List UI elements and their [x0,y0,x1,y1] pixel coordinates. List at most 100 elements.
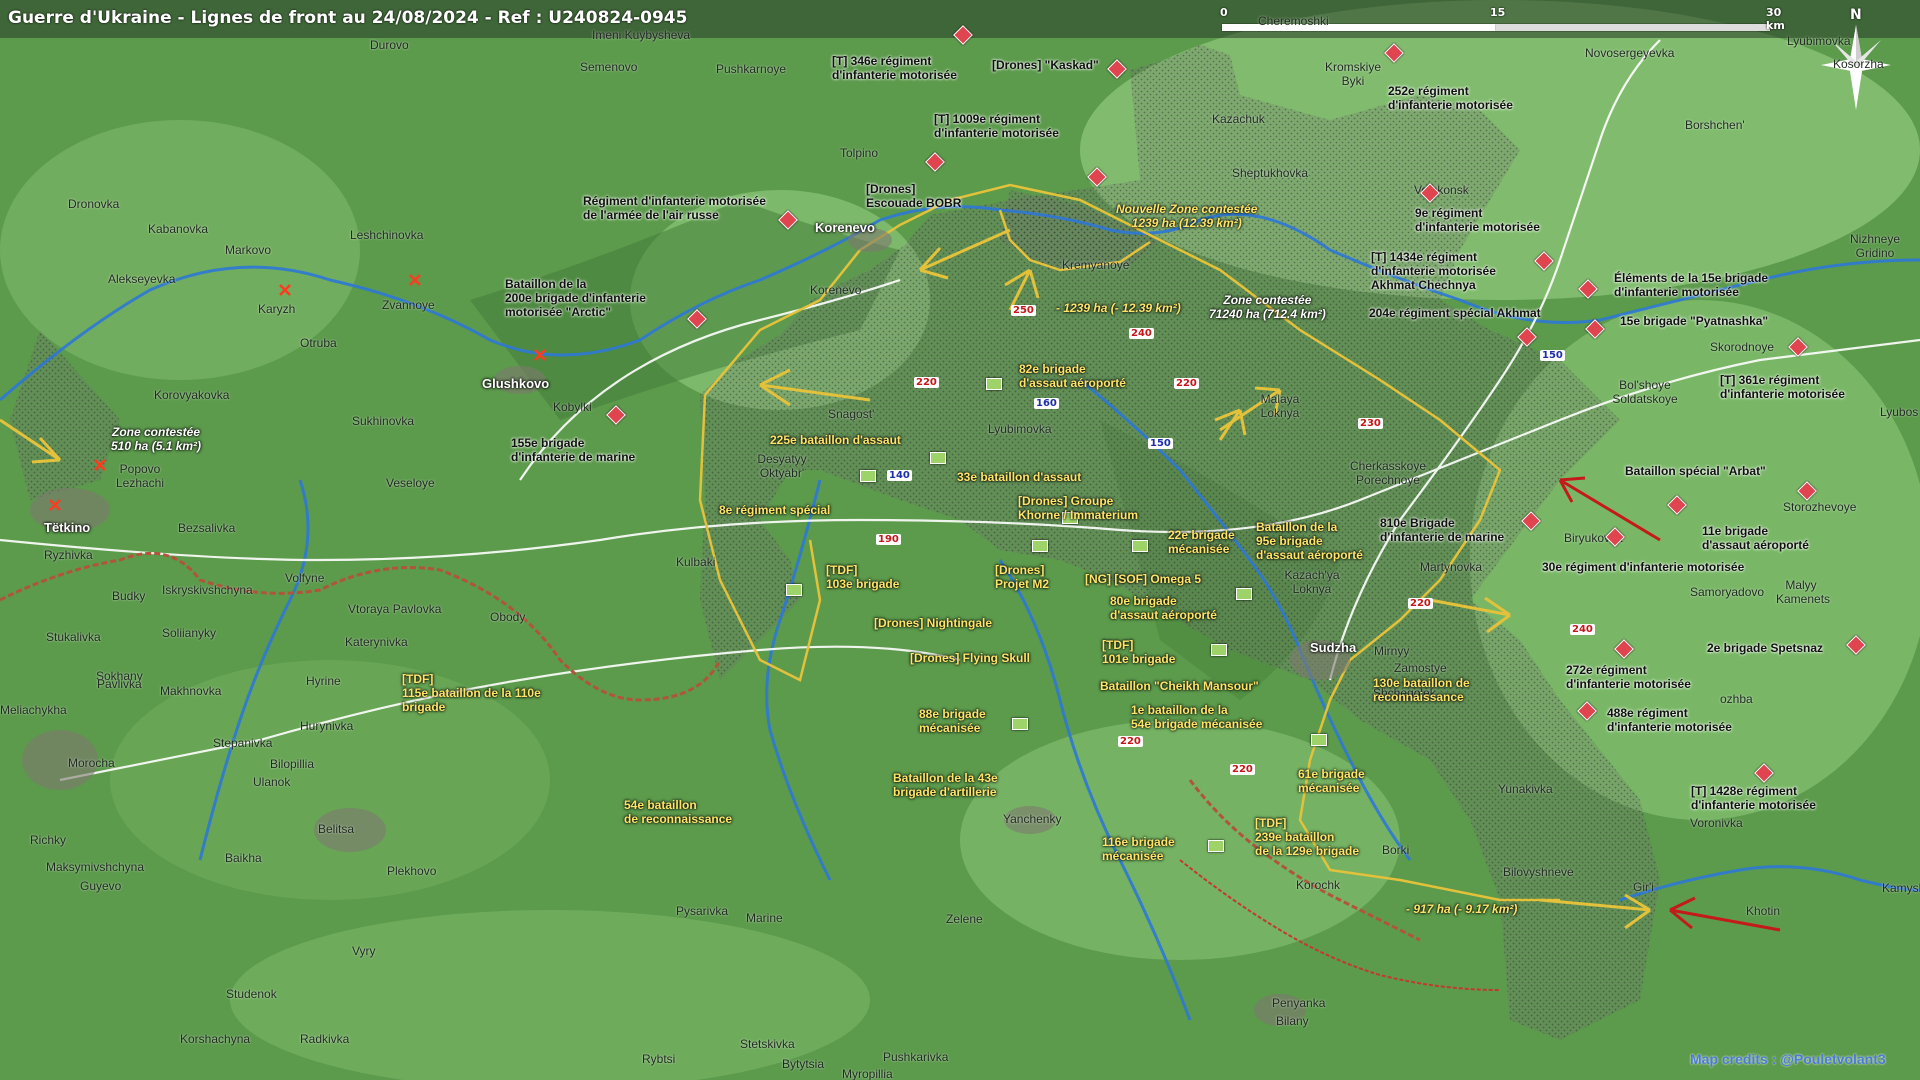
place-label: Leshchinovka [350,228,424,242]
ukrainian-unit-label: [Drones] Nightingale [874,616,993,630]
place-label: Markovo [225,243,272,257]
road-number: 220 [914,377,939,388]
ukrainian-unit-label: 225e bataillon d'assaut [770,433,901,447]
russian-unit-label: 204e régiment spécial Akhmat [1369,306,1541,320]
road-number: 160 [1034,398,1059,409]
ukrainian-unit-label: 8e régiment spécial [719,503,831,517]
town-label: Tëtkino [44,520,91,535]
ukrainian-unit-label: Bataillon de la 95e brigade d'assaut aér… [1256,520,1363,562]
place-label: Lyubos [1880,405,1919,419]
ukrainian-unit-label: [Drones] Flying Skull [910,651,1031,665]
ukrainian-unit-label: 82e brigade d'assaut aéroporté [1019,362,1126,390]
place-label: Veseloye [386,476,435,490]
place-label: Morocha [68,756,115,770]
place-label: Belitsa [318,822,355,836]
place-label: Popovo Lezhachi [115,462,165,490]
russian-unit-label: 9e régiment d'infanterie motorisée [1415,206,1540,234]
russian-unit-label: [T] 1428e régiment d'infanterie motorisé… [1691,784,1816,812]
place-label: Malyy Kamenets [1776,578,1831,606]
road-number: 220 [1118,736,1143,747]
russian-unit-label: 30e régiment d'infanterie motorisée [1542,560,1745,574]
road-number: 150 [1540,350,1565,361]
place-label: Bilany [1276,1014,1309,1028]
place-label: Kazachuk [1212,112,1265,126]
ukrainian-unit-label: 88e brigade mécanisée [919,707,986,735]
place-label: Korovyakovka [154,388,230,402]
zone-annotation: Nouvelle Zone contestée 1239 ha (12.39 k… [1116,202,1258,230]
ukrainian-unit-icon [860,470,876,482]
place-label: Pushkarnoye [716,62,787,76]
ukrainian-unit-label: 54e bataillon de reconnaissance [624,798,733,826]
russian-unit-label: 11e brigade d'assaut aéroporté [1702,524,1809,552]
ukrainian-unit-icon [1032,540,1048,552]
scale-tick-30: 30 km [1766,6,1785,32]
russian-unit-label: Bataillon spécial "Arbat" [1625,464,1766,478]
russian-unit-label: [T] 1434e régiment d'infanterie motorisé… [1371,250,1496,292]
road-number: 150 [1148,438,1173,449]
place-label: Tolpino [840,146,879,160]
road-number: 220 [1174,378,1199,389]
place-label: Kulbaki [676,555,716,569]
place-label: Korshachyna [180,1032,251,1046]
place-label: Maksymivshchyna [46,860,145,874]
place-label: Penyanka [1272,996,1326,1010]
place-label: Kabanovka [148,222,209,236]
russian-unit-label: 2e brigade Spetsnaz [1707,641,1824,655]
ukrainian-unit-icon [1012,718,1028,730]
place-label: Bytytsia [782,1057,825,1071]
russian-unit-label: [Drones] "Kaskad" [992,58,1099,72]
map-credits: Map credits : @Pouletvolant3 [1690,1051,1886,1067]
place-label: Bilovyshneve [1503,865,1574,879]
place-label: Yunakivka [1498,782,1553,796]
north-label: N [1850,7,1862,23]
ukrainian-unit-label: [TDF] 239e bataillon de la 129e brigade [1255,816,1360,858]
place-label: Desyatyy Oktyabr' [757,452,807,480]
ukrainian-unit-icon [1211,644,1227,656]
place-label: Imeni Kuybysheva [592,28,691,42]
ukrainian-unit-icon [930,452,946,464]
road-number: 240 [1129,328,1154,339]
town-label: Glushkovo [482,376,550,391]
place-label: Obody [490,610,526,624]
ukrainian-unit-icon [786,584,802,596]
place-label: Baikha [225,851,262,865]
place-label: Voronivka [1690,816,1743,830]
place-label: Storozhevoye [1783,500,1857,514]
russian-unit-label: [T] 361e régiment d'infanterie motorisée [1720,373,1845,401]
place-label: Lyubimovka [1787,34,1851,48]
place-label: Dronovka [68,197,120,211]
ukrainian-unit-icon [1132,540,1148,552]
place-label: Borki [1382,843,1410,857]
ukrainian-unit-label: Bataillon "Cheikh Mansour" [1100,679,1259,693]
place-label: Alekseyevka [108,272,176,286]
place-label: Durovo [370,38,409,52]
russian-unit-label: Bataillon de la 200e brigade d'infanteri… [505,277,646,319]
place-label: Nizhneye Gridino [1849,232,1901,260]
scale-tick-0: 0 [1220,6,1228,19]
place-label: Vyry [352,944,376,958]
place-label: Skorodnoye [1710,340,1775,354]
place-label: Kazach'ya Loknya [1284,568,1340,596]
place-label: Samoryadovo [1690,585,1765,599]
russian-unit-label: [Drones] Escouade BOBR [866,182,962,210]
place-label: Iskryskivshchyna [162,583,253,597]
zone-annotation: Zone contestée 71240 ha (712.4 km²) [1209,293,1326,321]
place-label: Malaya Loknya [1260,392,1300,420]
town-label: Korenevo [815,220,875,235]
ukrainian-unit-label: [TDF] 103e brigade [826,563,900,591]
place-label: Hyrine [306,674,341,688]
russian-unit-label: 810e Brigade d'infanterie de marine [1380,516,1505,544]
place-label: Bol'shoye Soldatskoye [1612,378,1678,406]
place-label: Bezsalivka [178,521,236,535]
ukrainian-unit-label: [TDF] 115e bataillon de la 110e brigade [402,672,541,714]
ukrainian-unit-icon [1236,588,1252,600]
ukrainian-unit-label: [NG] [SOF] Omega 5 [1085,572,1202,586]
place-label: Ryzhivka [44,548,93,562]
map-view[interactable]: Guerre d'Ukraine - Lignes de front au 24… [0,0,1920,1080]
place-label: Semenovo [580,60,638,74]
place-label: Borshchen' [1685,118,1745,132]
place-label: Soliianyky [162,626,217,640]
place-label: Sukhinovka [352,414,415,428]
place-label: Rybtsi [642,1052,676,1066]
place-label: Khotin [1746,904,1781,918]
